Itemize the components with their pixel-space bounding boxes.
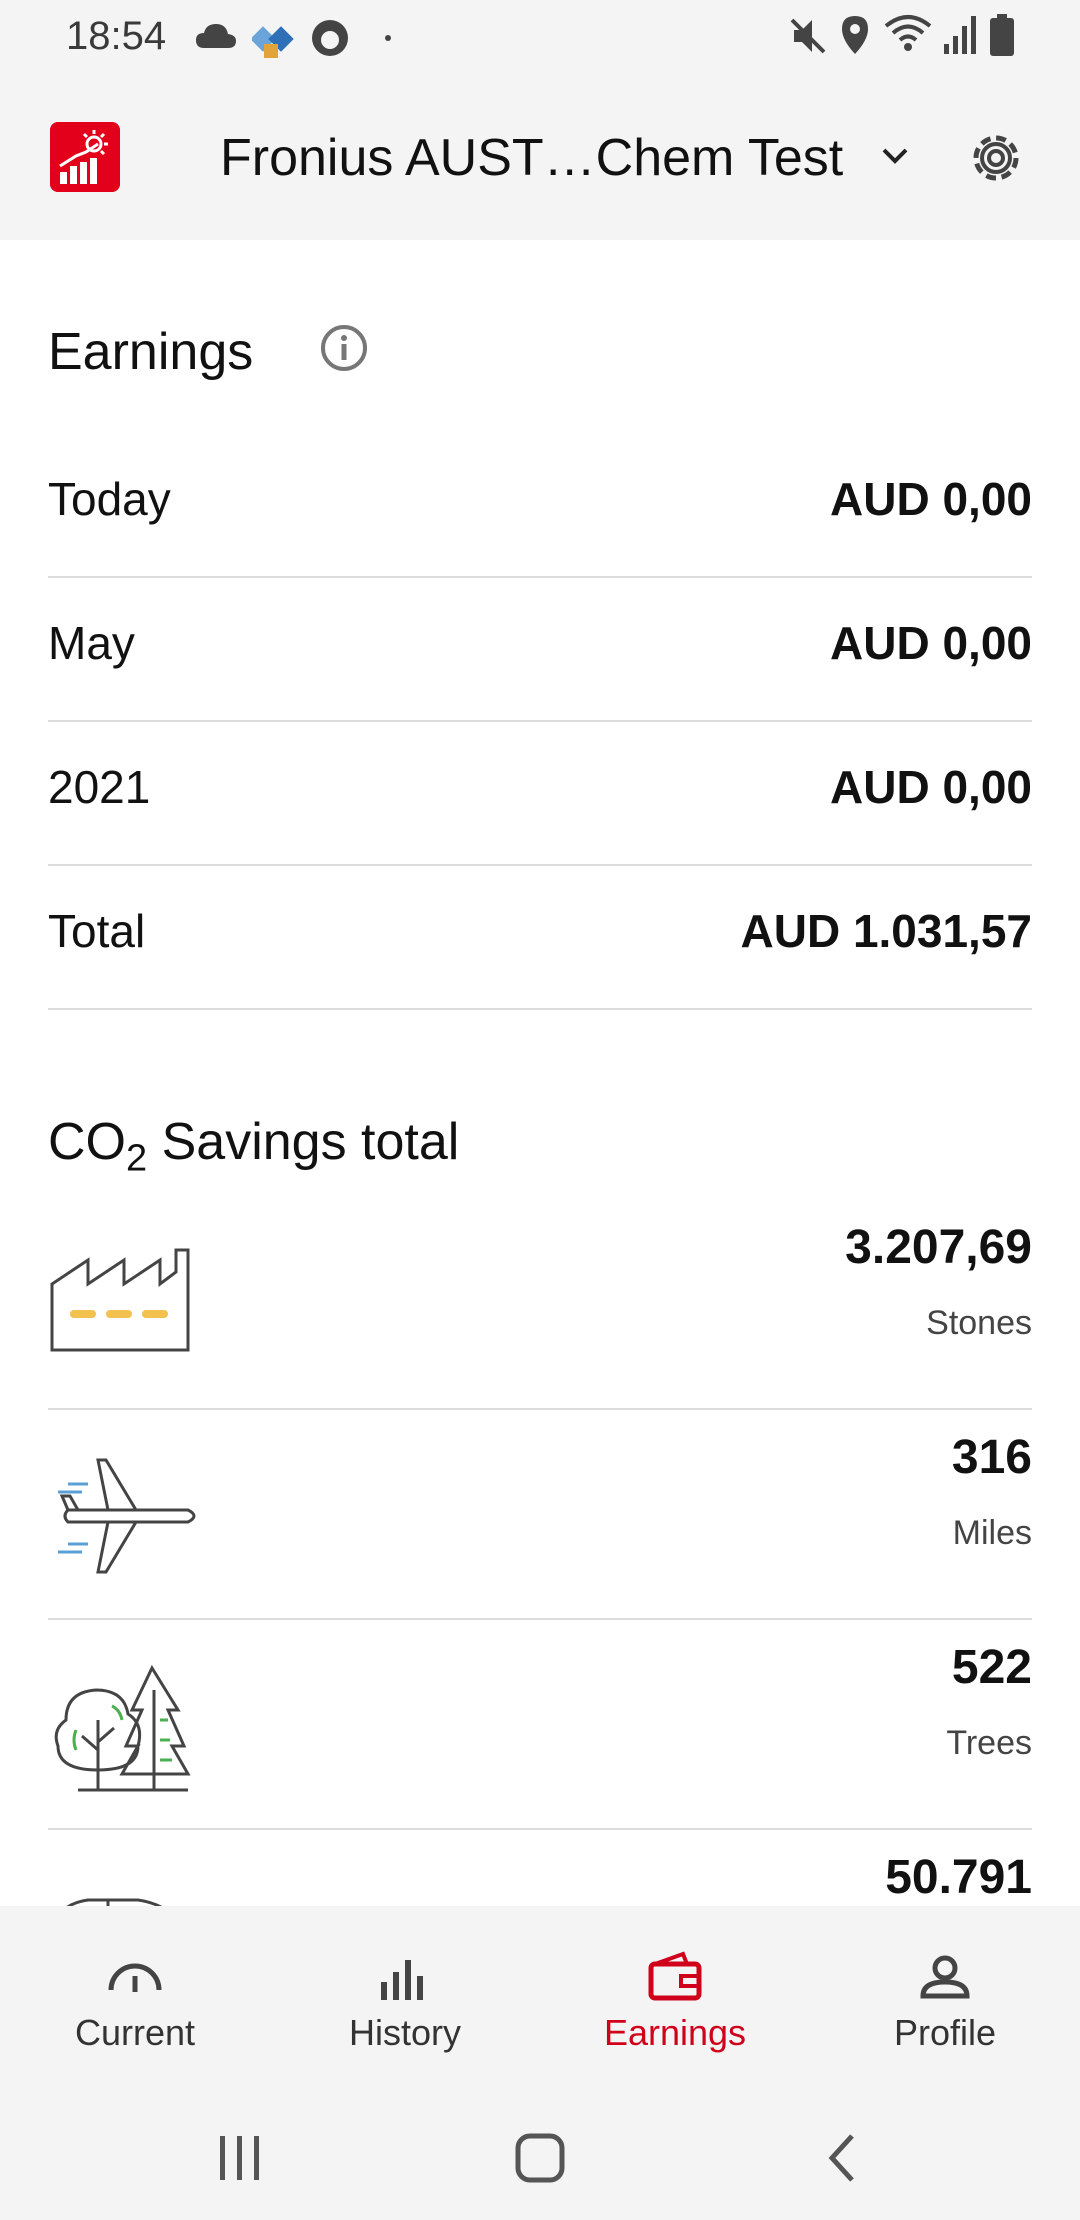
nav-label: Earnings [603,2012,747,2053]
co2-row-trees: 522 Trees [48,1620,1032,1830]
co2-value: 316 [951,1431,1032,1484]
co2-value: 522 [951,1641,1032,1694]
earnings-row-value: AUD 1.031,57 [740,905,1033,957]
home-icon[interactable] [508,2126,572,2190]
recent-apps-icon[interactable] [208,2126,272,2190]
nav-earnings[interactable]: Earnings [540,1906,810,2096]
solarweb-logo-icon [50,122,120,192]
factory-icon [50,1248,190,1352]
app-bar: Fronius AUST…Chem Test [0,76,1080,240]
co2-title-prefix: CO [48,1113,126,1171]
nav-profile[interactable]: Profile [810,1906,1080,2096]
earnings-row-value: AUD 0,00 [830,761,1032,813]
earnings-row-label: May [48,617,135,669]
nav-label: Profile [893,2012,997,2053]
co2-savings-title: CO2 Savings total [48,1112,459,1180]
wallet-icon [648,1951,702,2001]
earnings-row-label: 2021 [48,761,151,813]
info-icon[interactable] [320,324,368,372]
more-notifications-icon [385,35,391,41]
earnings-row-today: Today AUD 0,00 [48,432,1032,578]
earnings-row-total: Total AUD 1.031,57 [48,864,1032,1010]
chevron-down-icon[interactable] [878,140,912,174]
co2-value: 50.791 [885,1851,1032,1904]
battery-icon [990,14,1014,56]
nav-current[interactable]: Current [0,1906,270,2096]
status-time: 18:54 [66,14,167,58]
co2-row-airplane: 316 Miles [48,1410,1032,1620]
earnings-row-value: AUD 0,00 [830,473,1032,525]
signal-icon [944,16,976,54]
system-navigation-bar [0,2096,1080,2220]
co2-unit: Stones [926,1304,1032,1342]
earnings-row-month: May AUD 0,00 [48,576,1032,722]
nav-label: Current [74,2012,196,2053]
bottom-navigation: Current History Earnings Profile [0,1906,1080,2096]
status-bar: 18:54 [0,0,1080,76]
location-icon [842,16,868,54]
co2-value: 3.207,69 [845,1221,1032,1274]
bar-chart-icon [381,1960,423,2000]
trees-icon [54,1664,191,1792]
co2-unit: Trees [946,1724,1032,1762]
person-icon [920,1955,970,1999]
nav-label: History [348,2012,461,2053]
co2-title-subscript: 2 [126,1137,148,1180]
wifi-icon [884,15,932,51]
nav-history[interactable]: History [270,1906,540,2096]
earnings-row-label: Today [48,473,171,525]
co2-title-suffix: Savings total [147,1113,460,1171]
cloud-icon [196,24,236,48]
earnings-title: Earnings [48,323,254,381]
station-selector[interactable]: Fronius AUST…Chem Test [220,128,843,188]
settings-gear-icon[interactable] [964,126,1028,190]
co2-row-car: 50.791 [48,1830,1032,1906]
co2-unit: Miles [952,1514,1032,1552]
earnings-content[interactable]: Earnings Today AUD 0,00 May AUD 0,00 202… [0,240,1080,1906]
car-icon [66,1898,163,1906]
co2-row-factory: 3.207,69 Stones [48,1200,1032,1410]
earnings-row-year: 2021 AUD 0,00 [48,720,1032,866]
gauge-icon [108,1963,162,1992]
earnings-row-label: Total [48,905,146,957]
firefox-icon [312,20,348,56]
airplane-icon [58,1458,196,1574]
back-icon[interactable] [812,2126,876,2190]
mute-icon [790,18,826,54]
earnings-row-value: AUD 0,00 [830,617,1032,669]
app-notification-icon [252,26,294,58]
